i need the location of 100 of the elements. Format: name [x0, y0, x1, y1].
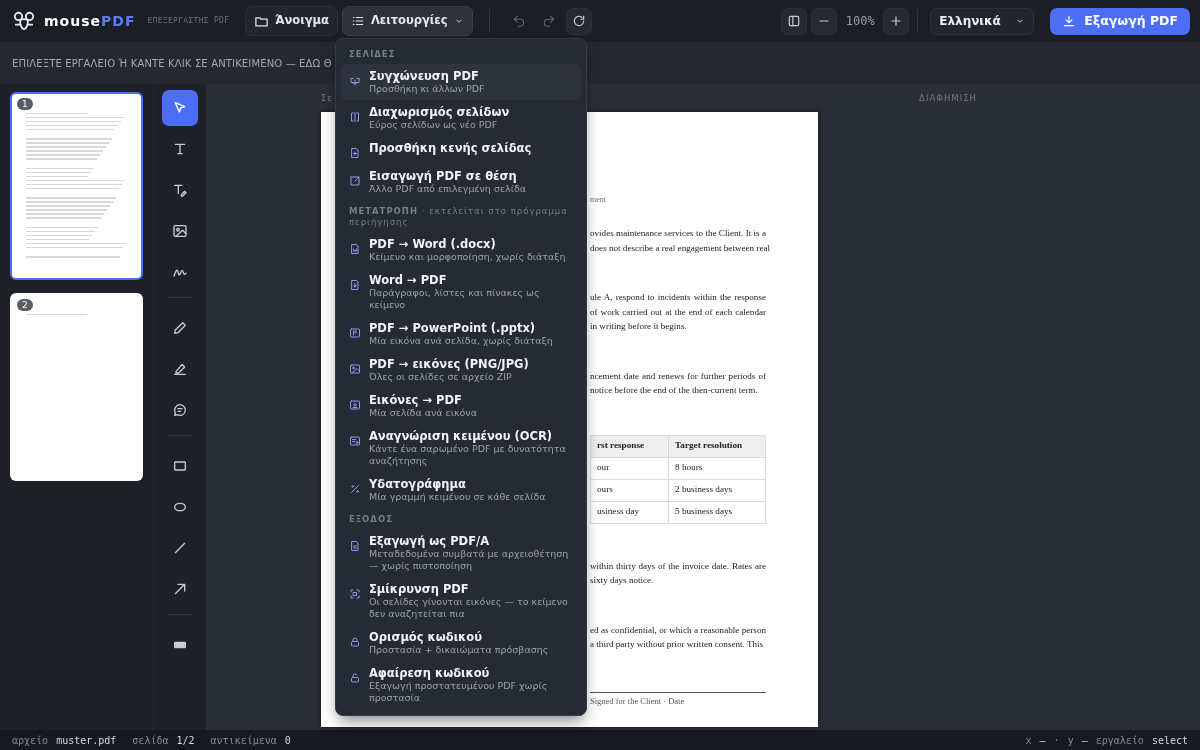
text-pen-icon: [172, 182, 188, 198]
table-header-cell: Target resolution: [668, 435, 766, 457]
menu-item[interactable]: PDF → εικόνες (PNG/JPG) Όλες οι σελίδες σε αρχείο ZIP: [340, 352, 581, 388]
menu-item-title: Συγχώνευση PDF: [368, 69, 480, 83]
file-icon: [348, 540, 361, 552]
page-number-badge: 2: [17, 299, 33, 311]
refresh-button[interactable]: [565, 7, 592, 35]
menu-item-title: Εισαγωγή PDF σε θέση: [368, 169, 518, 183]
sidebar-icon: [787, 14, 802, 28]
status-value: muster.pdf: [56, 733, 117, 748]
table-header-cell: rst response: [590, 435, 669, 457]
export-pdf-button[interactable]: Εξαγωγή PDF: [1050, 7, 1190, 35]
brand-logo: mousePDF: [44, 11, 136, 31]
zoom-level: 100%: [844, 13, 876, 30]
menu-item[interactable]: Σμίκρυνση PDF Οι σελίδες γίνονται εικόνες — το κείμενο δεν αναζητείται πια: [340, 577, 581, 625]
status-label: σελίδα: [132, 733, 169, 748]
mouse-logo-icon: [12, 10, 36, 32]
text-icon: [172, 141, 188, 157]
unlock-icon: [348, 672, 361, 684]
menu-item[interactable]: Εξαγωγή ως PDF/A Μεταδεδομένα συμβατά με αρχειοθέτηση — χωρίς πιστοποίηση: [340, 529, 581, 577]
menu-item[interactable]: Word → PDF Παράγραφοι, λίστες και πίνακες ως κείμενο: [340, 268, 581, 316]
rectangle-icon: [172, 458, 188, 474]
menu-item[interactable]: Εικόνες → PDF Μία σελίδα ανά εικόνα: [340, 388, 581, 424]
paragraph-line: a third party without prior written consent. This: [590, 638, 765, 651]
document-download-icon: [348, 279, 361, 291]
menu-item[interactable]: Εισαγωγή PDF σε θέση Άλλο PDF από επιλεγμένη σελίδα: [340, 164, 581, 200]
status-value: 0: [284, 733, 291, 748]
slide-icon: [348, 327, 361, 339]
menu-item-title: Εξαγωγή ως PDF/A: [368, 534, 491, 548]
merge-icon: [348, 75, 361, 87]
refresh-icon: [571, 14, 586, 28]
table-cell: our: [590, 457, 669, 479]
menu-item[interactable]: Υδατογράφημα Μία γραμμή κειμένου σε κάθε σελίδα: [340, 472, 581, 508]
table-cell: 5 business days: [668, 501, 766, 523]
pencil-icon: [172, 320, 188, 336]
paragraph-line: sixty days notice.: [590, 574, 655, 587]
language-select[interactable]: Ελληνικά: [930, 7, 1035, 35]
arrow-icon: [172, 581, 188, 597]
menu-item-title: Ορισμός κωδικού: [368, 630, 483, 644]
sidebar-toggle-button[interactable]: [781, 7, 808, 35]
menu-item-title: Αφαίρεση κωδικού: [368, 666, 491, 680]
paragraph-line: ncement date and renews for further periods of: [590, 369, 766, 383]
section-heading: ΕΞΟΔΟΣ: [347, 513, 394, 526]
undo-icon: [511, 14, 526, 28]
menu-item-description: Μία εικόνα ανά σελίδα, χωρίς διάταξη: [368, 335, 553, 347]
functions-dropdown-button[interactable]: Λειτουργίες: [341, 6, 473, 36]
menu-item[interactable]: Αναγνώριση κειμένου (OCR) Κάντε ένα σαρωμένο PDF με δυνατότητα αναζήτησης: [340, 424, 581, 472]
menu-item[interactable]: Αφαίρεση κωδικού Εξαγωγή προστατευμένου PDF χωρίς προστασία: [340, 661, 581, 709]
menu-item-description: Όλες οι σελίδες σε αρχείο ZIP: [368, 371, 513, 383]
menu-item-description: Οι σελίδες γίνονται εικόνες — το κείμενο δεν αναζητείται πια: [368, 596, 569, 620]
cursor-icon: [172, 100, 188, 116]
table-cell: ours: [590, 479, 669, 501]
menu-item[interactable]: Διαχωρισμός σελίδων Εύρος σελίδων ως νέο PDF: [340, 100, 581, 136]
paragraph-line: ovides maintenance services to the Client. It is a: [590, 227, 766, 240]
menu-item-title: Προσθήκη κενής σελίδας: [368, 141, 532, 155]
redo-icon: [541, 14, 556, 28]
menu-item-title: Σμίκρυνση PDF: [368, 582, 470, 596]
zoom-out-button[interactable]: [811, 7, 838, 35]
comment-icon: [172, 402, 188, 418]
menu-item-description: Προσθήκη κι άλλων PDF: [368, 83, 485, 95]
status-label: αρχείο: [12, 733, 49, 748]
advertisement-label: ΔΙΑΦΗΜΙΣΗ: [919, 92, 977, 105]
paragraph-line: in writing before it begins.: [590, 320, 688, 333]
status-label: y: [1067, 733, 1074, 748]
menu-item[interactable]: PDF → PowerPoint (.pptx) Μία εικόνα ανά σελίδα, χωρίς διάταξη: [340, 316, 581, 352]
section-heading: ΜΕΤΑΤΡΟΠΗ · εκτελείται στο πρόγραμμα περιήγησης: [347, 205, 569, 229]
menu-item[interactable]: Προσθήκη κενής σελίδας: [340, 136, 581, 164]
compress-icon: [348, 588, 361, 600]
menu-item[interactable]: PDF → Word (.docx) Κείμενο και μορφοποίηση, χωρίς διάταξη: [340, 232, 581, 268]
line-icon: [172, 540, 188, 556]
image-icon: [348, 363, 361, 375]
menu-item-title: PDF → εικόνες (PNG/JPG): [368, 357, 529, 371]
open-button[interactable]: Άνοιγμα: [245, 6, 338, 36]
split-icon: [348, 111, 361, 123]
menu-item[interactable]: Ορισμός κωδικού Προστασία + δικαιώματα πρόσβασης: [340, 625, 581, 661]
add-page-icon: [348, 147, 361, 159]
lock-icon: [348, 636, 361, 648]
highlighter-icon: [172, 361, 188, 377]
page-label: Σε: [321, 92, 333, 104]
paragraph-line: notice before the end of the then-current term.: [590, 384, 759, 397]
select-tool[interactable]: [162, 90, 198, 126]
paragraph-line: ed as confidential, or which a reasonable person: [590, 623, 766, 637]
menu-item-description: Κάντε ένα σαρωμένο PDF με δυνατότητα αναζήτησης: [368, 443, 567, 467]
paragraph-line: within thirty days of the invoice date. Rates are: [590, 559, 766, 573]
menu-item-title: Διαχωρισμός σελίδων: [368, 105, 510, 119]
table-cell: 2 business days: [668, 479, 766, 501]
menu-item-description: Άλλο PDF από επιλεγμένη σελίδα: [368, 183, 526, 195]
zoom-in-button[interactable]: [883, 7, 910, 35]
status-label: εργαλείο: [1095, 733, 1144, 748]
menu-item-description: Εύρος σελίδων ως νέο PDF: [368, 119, 499, 131]
page-thumbnail[interactable]: 2: [10, 293, 143, 481]
status-value: —: [1081, 733, 1088, 748]
menu-item[interactable]: Συγχώνευση PDF Προσθήκη κι άλλων PDF: [340, 64, 581, 100]
status-label: x: [1025, 733, 1032, 748]
paragraph-line: of work carried out at the end of each calendar: [590, 305, 766, 319]
app-subtitle: ΕΠΕΞΕΡΓΑΣΤΗΣ PDF: [147, 15, 230, 27]
percent-icon: [348, 483, 361, 495]
menu-item-title: Word → PDF: [368, 273, 448, 287]
page-thumbnail[interactable]: 1: [10, 92, 143, 280]
table-cell: 8 hours: [668, 457, 766, 479]
